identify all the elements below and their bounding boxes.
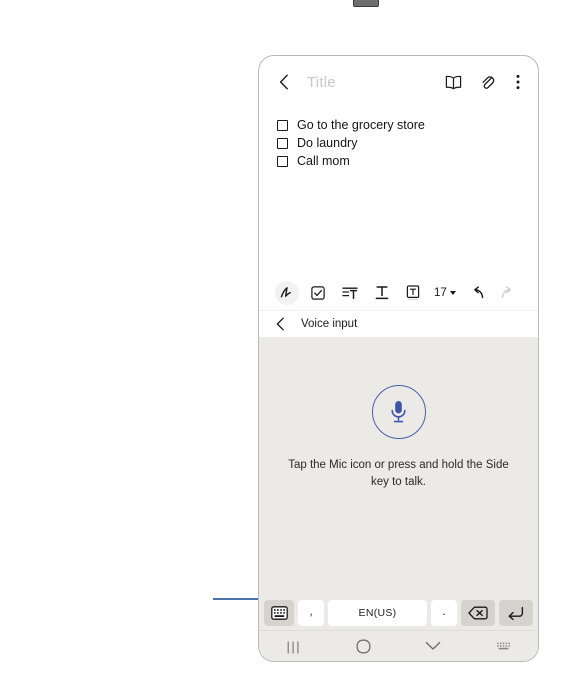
enter-key[interactable] — [499, 600, 533, 626]
pen-icon[interactable] — [271, 280, 303, 306]
font-size-value: 17 — [434, 286, 447, 299]
paperclip-icon[interactable] — [479, 74, 496, 91]
comma-key[interactable]: , — [298, 600, 324, 626]
todo-label: Do laundry — [297, 135, 358, 150]
system-nav-bar: ||| — [259, 630, 538, 661]
font-size-selector[interactable]: 17 — [429, 280, 461, 306]
microphone-icon[interactable] — [371, 384, 426, 439]
note-header: Title — [259, 56, 538, 108]
voice-hint-text: Tap the Mic icon or press and hold the S… — [288, 458, 509, 488]
text-box-icon[interactable] — [398, 280, 430, 306]
todo-item[interactable]: Go to the grocery store — [277, 116, 522, 134]
todo-checkbox[interactable] — [277, 119, 288, 131]
list-format-icon[interactable] — [334, 280, 366, 306]
keyboard-bottom-row: , EN(US) . — [259, 596, 538, 630]
todo-item[interactable]: Do laundry — [277, 134, 522, 152]
text-style-icon[interactable] — [366, 280, 398, 306]
keyboard-grid-icon[interactable] — [468, 631, 538, 661]
recents-button[interactable]: ||| — [259, 631, 329, 661]
voice-input-bar: Voice input — [259, 309, 538, 337]
format-toolbar: 17 — [259, 275, 538, 310]
book-icon[interactable] — [445, 74, 462, 91]
three-dot-menu-icon[interactable] — [512, 74, 524, 91]
period-key[interactable]: . — [431, 600, 457, 626]
back-arrow-icon[interactable] — [275, 73, 293, 91]
top-cutoff-element — [353, 0, 379, 7]
todo-checkbox[interactable] — [277, 155, 288, 167]
phone-device-frame: Title Go to the grocery store Do laundry… — [258, 55, 539, 662]
todo-label: Go to the grocery store — [297, 117, 425, 132]
backspace-key[interactable] — [461, 600, 495, 626]
note-body[interactable]: Go to the grocery store Do laundry Call … — [259, 108, 538, 276]
language-key[interactable]: EN(US) — [328, 600, 427, 626]
keyboard-switch-key[interactable] — [264, 600, 294, 626]
checklist-icon[interactable] — [303, 280, 335, 306]
todo-label: Call mom — [297, 153, 350, 168]
todo-item[interactable]: Call mom — [277, 152, 522, 170]
chevron-down-icon[interactable] — [399, 631, 469, 661]
chevron-down-icon — [449, 290, 456, 295]
voice-input-panel: Tap the Mic icon or press and hold the S… — [259, 336, 538, 596]
voice-input-label: Voice input — [301, 317, 358, 330]
todo-checkbox[interactable] — [277, 137, 288, 149]
back-arrow-icon[interactable] — [273, 317, 287, 331]
undo-arrow-icon[interactable] — [461, 280, 493, 306]
home-circle-icon[interactable] — [329, 631, 399, 661]
redo-arrow-icon[interactable] — [492, 280, 524, 306]
note-title-input[interactable]: Title — [307, 74, 428, 91]
